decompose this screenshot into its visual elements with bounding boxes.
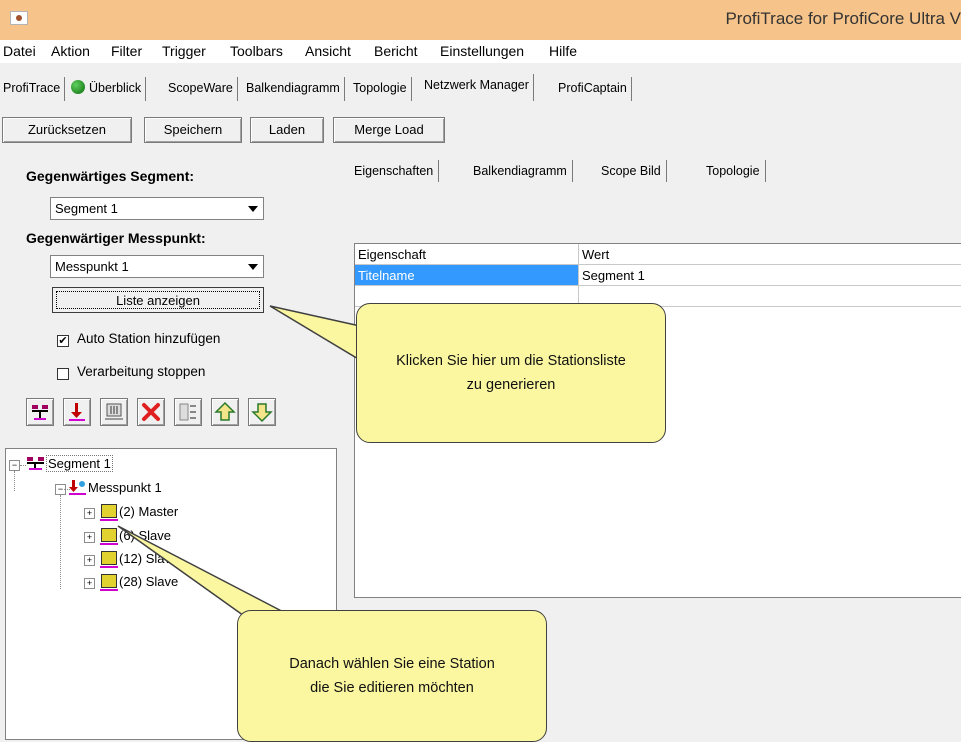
callout-list-hint: Klicken Sie hier um die Stationsliste zu… [356, 303, 666, 443]
callout-station-hint: Danach wählen Sie eine Station die Sie e… [237, 610, 547, 742]
